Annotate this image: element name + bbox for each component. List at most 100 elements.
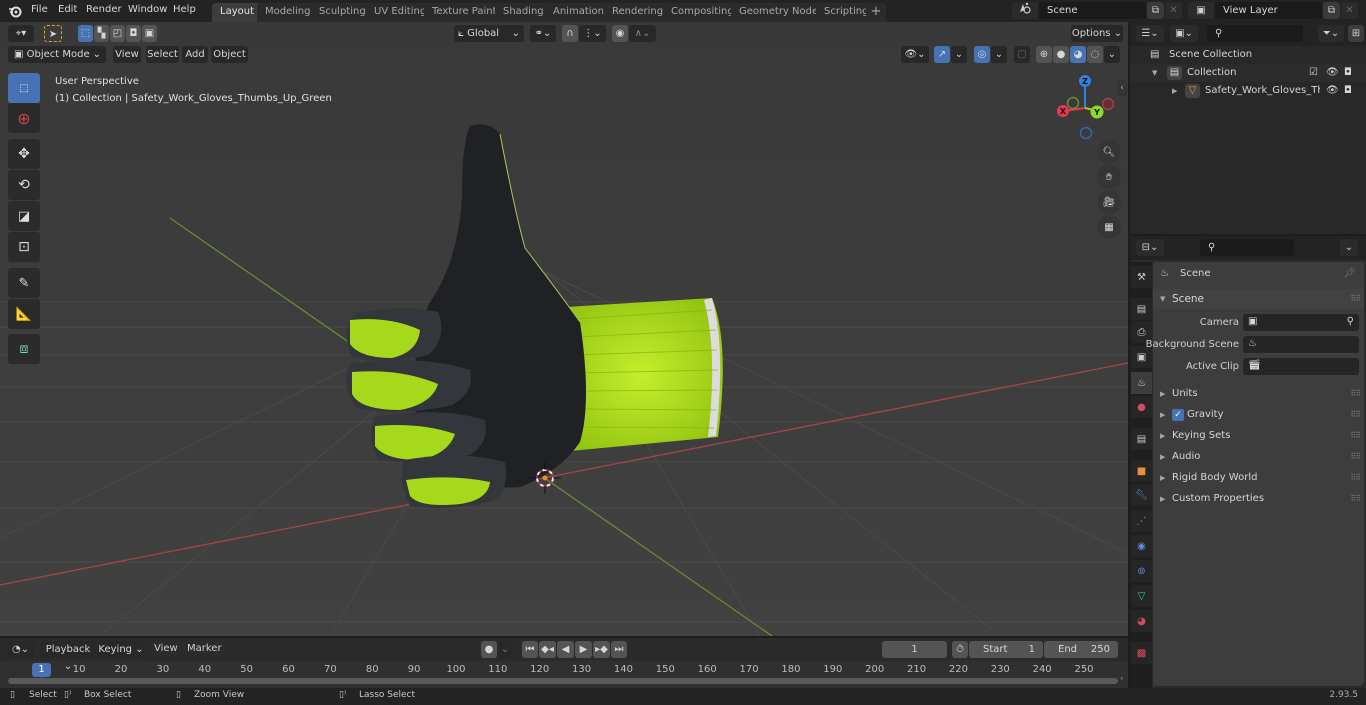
scene-name-field[interactable]: Scene xyxy=(1039,2,1146,19)
pan-view-button[interactable]: ✋︎ xyxy=(1097,165,1121,189)
mode-dropdown[interactable]: ▣ Object Mode ⌄ xyxy=(8,46,106,63)
tab-layout[interactable]: Layout xyxy=(212,3,262,22)
tab-modifiers[interactable]: 🔧︎ xyxy=(1131,484,1152,506)
drag-grip-icon[interactable]: ⠿⠿ xyxy=(1350,468,1361,488)
tool-transform[interactable]: ⊡ xyxy=(8,232,40,262)
add-workspace-button[interactable]: + xyxy=(866,3,886,22)
properties-editor-type-button[interactable]: ⊟⌄ xyxy=(1136,239,1164,256)
panel-header-units[interactable]: ▶ Units ⠿⠿ xyxy=(1153,384,1364,404)
menu-render[interactable]: Render xyxy=(86,4,122,15)
current-frame-field[interactable]: 1 xyxy=(882,641,947,658)
jump-to-prev-keyframe-button[interactable]: ◆◂ xyxy=(539,641,556,658)
menu-view[interactable]: View xyxy=(113,46,141,63)
tab-sculpting[interactable]: Sculpting xyxy=(311,3,374,22)
perspective-toggle-button[interactable]: ▦ xyxy=(1097,215,1121,239)
select-mode-intersect[interactable]: ▣ xyxy=(142,25,157,42)
end-frame-field[interactable]: End 250 xyxy=(1044,641,1118,658)
tool-cursor[interactable]: ⊕ xyxy=(8,103,40,133)
tab-compositing[interactable]: Compositing xyxy=(663,3,742,22)
drag-grip-icon[interactable]: ⠿⠿ xyxy=(1350,405,1361,425)
panel-header-scene[interactable]: ▼ Scene ⠿⠿ xyxy=(1153,289,1364,309)
tool-move[interactable]: ✥ xyxy=(8,139,40,169)
auto-keying-toggle[interactable]: ● xyxy=(481,641,497,658)
3d-viewport[interactable]: ⌖▾ ➤ ⬚ ▚ ◰ ◘ ▣ ⟀ Global ⌄ ⚭⌄ ∩ ⋮⌄ ◉ ∧⌄ Op… xyxy=(0,22,1128,636)
pivot-point-dropdown[interactable]: ⚭⌄ xyxy=(530,25,556,42)
tab-constraints[interactable]: ⊚ xyxy=(1131,560,1152,582)
drag-grip-icon[interactable]: ⠿⠿ xyxy=(1350,426,1361,446)
timeline-editor-type-button[interactable]: ◔⌄ xyxy=(7,641,34,658)
select-mode-subtract[interactable]: ◰ xyxy=(110,25,125,42)
panel-header-gravity[interactable]: ▶ ✓ Gravity ⠿⠿ xyxy=(1153,405,1364,425)
new-scene-button[interactable]: ⧉ xyxy=(1147,2,1164,19)
gravity-checkbox[interactable]: ✓ xyxy=(1172,409,1184,421)
drag-grip-icon[interactable]: ⠿⠿ xyxy=(1350,289,1361,309)
menu-add[interactable]: Add xyxy=(182,46,208,63)
tool-select-box[interactable]: ⬚ xyxy=(8,73,40,103)
new-view-layer-button[interactable]: ⧉ xyxy=(1323,2,1340,19)
tab-scene[interactable]: ♨ xyxy=(1131,372,1152,394)
panel-header-rigid-body-world[interactable]: ▶ Rigid Body World ⠿⠿ xyxy=(1153,468,1364,488)
drag-grip-icon[interactable]: ⠿⠿ xyxy=(1350,489,1361,509)
jump-to-next-keyframe-button[interactable]: ▸◆ xyxy=(593,641,610,658)
collapse-chevron-icon[interactable]: ‹ xyxy=(1120,674,1124,684)
playhead-frame-indicator[interactable]: 1 xyxy=(32,663,51,677)
play-reverse-button[interactable]: ◀ xyxy=(557,641,574,658)
visibility-dropdown[interactable]: 👁⌄ xyxy=(901,46,929,63)
editor-type-button[interactable]: ⌖▾ xyxy=(8,25,34,42)
keying-dropdown[interactable]: Keying ⌄ xyxy=(97,641,145,658)
play-button[interactable]: ▶ xyxy=(575,641,592,658)
eye-visibility-icon[interactable]: 👁︎ xyxy=(1326,82,1339,100)
panel-header-custom-properties[interactable]: ▶ Custom Properties ⠿⠿ xyxy=(1153,489,1364,509)
camera-field[interactable]: ▣ ⚲ xyxy=(1243,314,1359,331)
tab-modeling[interactable]: Modeling xyxy=(257,3,319,22)
options-dropdown[interactable]: Options ⌄ xyxy=(1071,25,1123,42)
jump-to-end-button[interactable]: ⏭ xyxy=(611,641,627,658)
playback-dropdown[interactable]: Playback ⌄ xyxy=(40,641,96,672)
properties-options-dropdown[interactable]: ⌄ xyxy=(1340,239,1358,256)
shading-dropdown[interactable]: ⌄ xyxy=(1104,46,1120,63)
properties-search-input[interactable]: ⚲ xyxy=(1200,239,1294,256)
proportional-edit-toggle[interactable]: ◉ xyxy=(612,25,628,42)
eye-visibility-icon[interactable]: 👁︎ xyxy=(1326,64,1339,82)
new-collection-button[interactable]: ⊞ xyxy=(1348,25,1364,42)
active-clip-field[interactable]: 🎬︎ xyxy=(1243,358,1359,375)
view-layer-browse-button[interactable]: ▣ xyxy=(1188,2,1214,19)
overlays-dropdown[interactable]: ⌄ xyxy=(991,46,1007,63)
delete-scene-button[interactable]: ✕ xyxy=(1165,2,1182,19)
shading-solid[interactable]: ● xyxy=(1053,46,1069,63)
panel-header-audio[interactable]: ▶ Audio ⠿⠿ xyxy=(1153,447,1364,467)
camera-view-button[interactable]: 🎥︎ xyxy=(1097,190,1121,214)
tab-particles[interactable]: ⋰ xyxy=(1131,510,1152,532)
menu-edit[interactable]: Edit xyxy=(58,4,77,15)
filter-dropdown[interactable]: ⏷⌄ xyxy=(1318,25,1344,42)
exclude-checkbox-checked-icon[interactable]: ☑ xyxy=(1309,64,1318,82)
timeline-ruler[interactable]: 10 20 30 40 50 60 70 80 90 100 110 120 130 140 150 160 1… xyxy=(0,661,1128,688)
overlays-toggle[interactable]: ◎ xyxy=(974,46,990,63)
outliner-search-input[interactable]: ⚲ xyxy=(1207,25,1303,42)
background-scene-field[interactable]: ♨ xyxy=(1243,336,1359,353)
navigation-gizmo[interactable]: Z X Y xyxy=(1050,72,1120,142)
select-mode-extend[interactable]: ▚ xyxy=(94,25,109,42)
tab-world[interactable]: ● xyxy=(1131,396,1152,418)
eyedropper-icon[interactable]: ⚲ xyxy=(1347,312,1354,332)
drag-grip-icon[interactable]: ⠿⠿ xyxy=(1350,447,1361,467)
tool-scale[interactable]: ◪ xyxy=(8,201,40,231)
select-mode-new[interactable]: ⬚ xyxy=(78,25,93,42)
tab-texture-paint[interactable]: Texture Paint xyxy=(424,3,505,22)
tab-data[interactable]: ▽ xyxy=(1131,585,1152,607)
tool-measure[interactable]: 📐 xyxy=(8,299,40,329)
display-mode-dropdown[interactable]: ▣⌄ xyxy=(1170,25,1198,42)
tab-animation[interactable]: Animation xyxy=(545,3,612,22)
jump-to-start-button[interactable]: ⏮ xyxy=(522,641,538,658)
tab-shading[interactable]: Shading xyxy=(495,3,552,22)
tool-add-cube[interactable]: ⧈ xyxy=(8,334,40,364)
menu-help[interactable]: Help xyxy=(173,4,196,15)
pin-icon[interactable]: 📌︎ xyxy=(1343,263,1356,285)
tab-render[interactable]: ▤ xyxy=(1131,298,1152,320)
auto-keying-dropdown[interactable]: ⌄ xyxy=(498,641,512,658)
shading-wireframe[interactable]: ⊕ xyxy=(1036,46,1052,63)
outliner-row-collection[interactable]: ▼ ▤ Collection ☑ 👁︎ ◘ xyxy=(1130,64,1366,82)
tool-annotate[interactable]: ✎ xyxy=(8,268,40,298)
tab-physics[interactable]: ◉ xyxy=(1131,535,1152,557)
start-frame-field[interactable]: Start 1 xyxy=(969,641,1043,658)
